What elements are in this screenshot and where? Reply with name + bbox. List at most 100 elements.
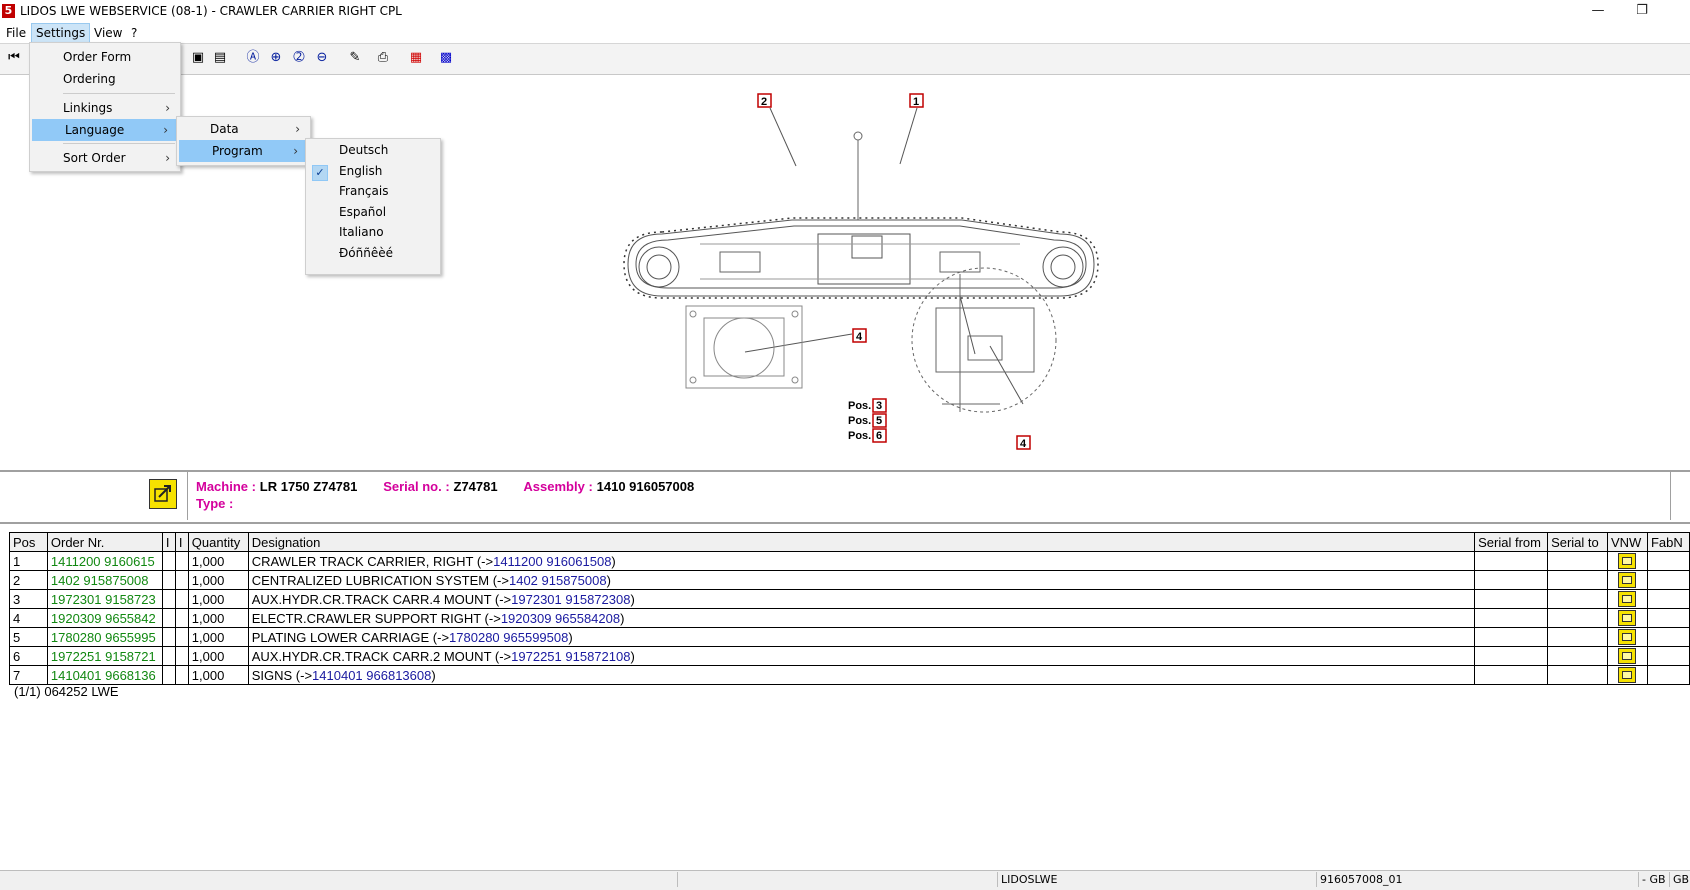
cell-quantity: 1,000 [187, 627, 249, 647]
cell-order-nr[interactable]: 1920309 9655842 [46, 608, 163, 628]
cell-i1 [161, 665, 176, 685]
grid-icon[interactable]: ▦ [406, 48, 426, 68]
col-serial-from[interactable]: Serial from [1474, 532, 1549, 552]
language-option[interactable]: Ðóññêèé [306, 243, 438, 263]
cell-pos: 7 [9, 665, 48, 685]
vnw-link-icon[interactable] [1618, 629, 1637, 646]
cell-vnw[interactable] [1607, 570, 1648, 590]
navigate-up-icon[interactable] [149, 479, 177, 509]
menu-sort-order[interactable]: Sort Order › [30, 147, 178, 169]
cell-vnw[interactable] [1607, 551, 1648, 571]
chevron-right-icon: › [293, 144, 298, 158]
designation-link[interactable]: 1410401 966813608 [312, 668, 431, 683]
col-quantity[interactable]: Quantity [187, 532, 249, 552]
select-icon[interactable]: ▩ [436, 48, 456, 68]
table-row[interactable]: 7 1410401 9668136 1,000 SIGNS (->1410401 96… [9, 665, 1690, 685]
first-page-icon[interactable]: ⏮ [4, 48, 24, 68]
print-icon[interactable]: ⎙ [373, 48, 393, 68]
designation-link[interactable]: 1411200 916061508 [493, 554, 611, 569]
edit-note-icon[interactable]: ✎ [345, 48, 365, 68]
col-i1[interactable]: I [161, 532, 176, 552]
menu-view[interactable]: View [90, 24, 126, 42]
table-row[interactable]: 1 1411200 9160615 1,000 CRAWLER TRACK CARRI… [9, 551, 1690, 571]
menu-language[interactable]: Language › [32, 119, 176, 141]
table-row[interactable]: 3 1972301 9158723 1,000 AUX.HYDR.CR.TRACK C… [9, 589, 1690, 609]
language-option[interactable]: Deutsch [306, 140, 438, 160]
col-vnw[interactable]: VNW [1607, 532, 1648, 552]
cell-i2 [174, 665, 189, 685]
menu-program[interactable]: Program › [179, 140, 306, 162]
page-icon[interactable]: ▣ [188, 48, 208, 68]
language-option[interactable]: ✓ English [306, 161, 438, 181]
menu-ordering[interactable]: Ordering [30, 68, 178, 90]
table-row[interactable]: 5 1780280 9655995 1,000 PLATING LOWER CARRI… [9, 627, 1690, 647]
table-row[interactable]: 6 1972251 9158721 1,000 AUX.HYDR.CR.TRACK C… [9, 646, 1690, 666]
vnw-link-icon[interactable] [1618, 572, 1637, 589]
cell-serial-from [1474, 646, 1549, 666]
cell-i2 [174, 551, 189, 571]
cell-serial-from [1474, 665, 1549, 685]
vnw-link-icon[interactable] [1618, 648, 1637, 665]
table-row[interactable]: 4 1920309 9655842 1,000 ELECTR.CRAWLER SUPP… [9, 608, 1690, 628]
zoom-2-icon[interactable]: ➁ [289, 48, 309, 68]
vnw-link-icon[interactable] [1618, 667, 1637, 684]
cell-order-nr[interactable]: 1402 915875008 [46, 570, 163, 590]
designation-link[interactable]: 1780280 965599508 [449, 630, 568, 645]
col-i2[interactable]: I [174, 532, 189, 552]
cell-serial-from [1474, 608, 1549, 628]
callout-4a: 4 [856, 331, 863, 343]
cell-designation: CENTRALIZED LUBRICATION SYSTEM (->1402 9… [247, 570, 1476, 590]
cell-fabn [1646, 551, 1690, 571]
pos-label-2: Pos. [848, 415, 871, 427]
zoom-a-icon[interactable]: Ⓐ [243, 48, 263, 68]
menu-order-form[interactable]: Order Form [30, 46, 178, 68]
cell-vnw[interactable] [1607, 646, 1648, 666]
info-divider-right [1670, 472, 1671, 520]
cell-serial-from [1474, 627, 1549, 647]
designation-link[interactable]: 1402 915875008 [509, 573, 607, 588]
parts-table: Pos Order Nr. I I Quantity Designation S… [9, 532, 1690, 685]
designation-text: AUX.HYDR.CR.TRACK CARR.2 MOUNT (-> [251, 648, 512, 664]
language-option[interactable]: Français [306, 181, 438, 201]
cell-designation: SIGNS (->1410401 966813608) [247, 665, 1476, 685]
menu-linkings[interactable]: Linkings › [30, 97, 178, 119]
cell-order-nr[interactable]: 1972301 9158723 [46, 589, 163, 609]
menu-help[interactable]: ? [127, 24, 141, 42]
col-order-nr[interactable]: Order Nr. [46, 532, 163, 552]
cell-order-nr[interactable]: 1411200 9160615 [46, 551, 163, 571]
cell-i2 [174, 589, 189, 609]
cell-serial-to [1547, 665, 1608, 685]
zoom-out-icon[interactable]: ⊖ [312, 48, 332, 68]
minimize-icon[interactable]: — [1584, 2, 1612, 20]
cell-vnw[interactable] [1607, 627, 1648, 647]
table-row[interactable]: 2 1402 915875008 1,000 CENTRALIZED LUBRICAT… [9, 570, 1690, 590]
language-option[interactable]: Español [306, 202, 438, 222]
vnw-link-icon[interactable] [1618, 553, 1637, 570]
cell-fabn [1646, 589, 1690, 609]
menu-settings[interactable]: Settings [31, 23, 91, 43]
menu-file[interactable]: File [2, 24, 30, 42]
col-designation[interactable]: Designation [247, 532, 1476, 552]
cell-vnw[interactable] [1607, 665, 1648, 685]
language-option[interactable]: Italiano [306, 222, 438, 242]
cell-order-nr[interactable]: 1410401 9668136 [46, 665, 163, 685]
type-label: Type : [196, 496, 234, 511]
vnw-link-icon[interactable] [1618, 591, 1637, 608]
col-fabn[interactable]: FabN [1646, 532, 1690, 552]
zoom-in-icon[interactable]: ⊕ [266, 48, 286, 68]
menu-data[interactable]: Data › [177, 118, 308, 140]
cell-vnw[interactable] [1607, 608, 1648, 628]
cell-vnw[interactable] [1607, 589, 1648, 609]
menu-separator [63, 143, 175, 144]
cell-order-nr[interactable]: 1780280 9655995 [46, 627, 163, 647]
vnw-link-icon[interactable] [1618, 610, 1637, 627]
col-serial-to[interactable]: Serial to [1547, 532, 1608, 552]
designation-link[interactable]: 1972251 915872108 [511, 649, 630, 664]
assembly-label: Assembly : [523, 479, 593, 494]
page-save-icon[interactable]: ▤ [210, 48, 230, 68]
cell-order-nr[interactable]: 1972251 9158721 [46, 646, 163, 666]
col-pos[interactable]: Pos [9, 532, 48, 552]
designation-link[interactable]: 1972301 915872308 [511, 592, 630, 607]
restore-icon[interactable]: ❐ [1628, 2, 1656, 20]
designation-link[interactable]: 1920309 965584208 [501, 611, 620, 626]
